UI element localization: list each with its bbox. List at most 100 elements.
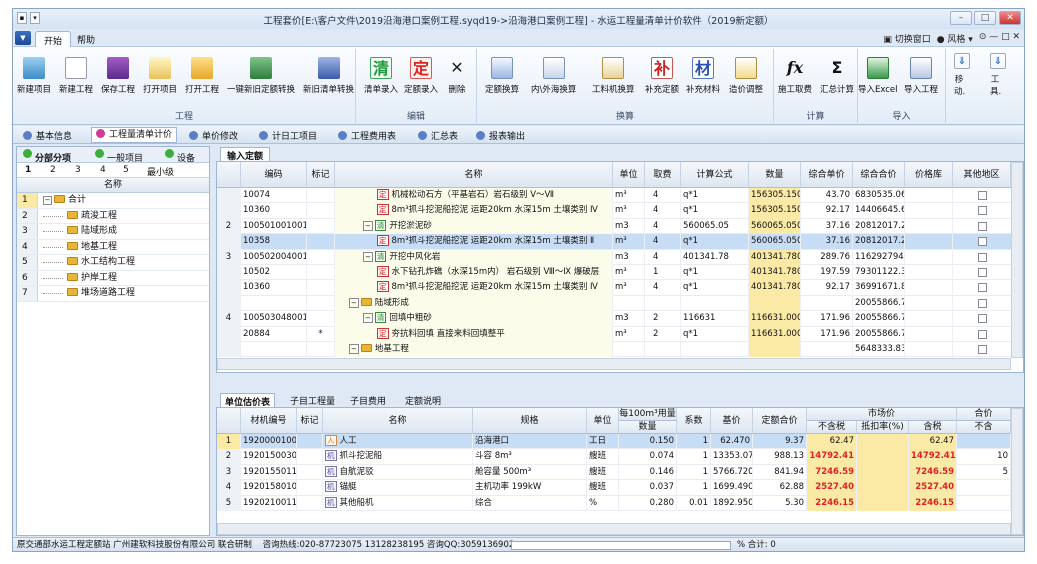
unit-cell[interactable]: m3 xyxy=(613,249,645,265)
formula-cell[interactable]: q*1 xyxy=(681,203,749,219)
tax-price-cell[interactable]: 62.47 xyxy=(909,434,957,450)
column-header[interactable]: 规格 xyxy=(473,408,587,434)
spec-cell[interactable]: 沿海港口 xyxy=(473,434,587,450)
mark-cell[interactable] xyxy=(307,203,335,219)
column-subheader[interactable]: 不含税 xyxy=(807,421,857,434)
mark-cell[interactable] xyxy=(307,280,335,296)
column-subheader[interactable]: 不含 xyxy=(957,421,1011,434)
fee-cell[interactable]: 4 xyxy=(645,234,681,250)
nav-basic-info[interactable]: 基本信息 xyxy=(23,129,72,142)
spec-cell[interactable]: 斗容 8m³ xyxy=(473,449,587,465)
column-header[interactable]: 价格库 xyxy=(905,162,953,188)
formula-cell[interactable]: 401341.78 xyxy=(681,249,749,265)
column-header[interactable]: 标记 xyxy=(307,162,335,188)
mark-cell[interactable] xyxy=(307,188,335,204)
material-code-cell[interactable]: 1920155011100 xyxy=(241,464,297,481)
unit-cell[interactable]: m³ xyxy=(613,326,645,342)
column-header[interactable]: 材机编号 xyxy=(241,408,297,434)
bill-entry-button[interactable]: 清清单录入 xyxy=(364,57,398,95)
code-cell[interactable]: 10358 xyxy=(241,234,307,250)
unit-cell[interactable]: m3 xyxy=(613,218,645,235)
quantity-cell[interactable] xyxy=(749,342,801,358)
unit-cell[interactable]: m³ xyxy=(613,188,645,204)
mark-cell[interactable]: * xyxy=(307,326,335,342)
fee-button[interactable]: fx 施工取费 xyxy=(778,57,812,95)
unit-cell[interactable]: 艘班 xyxy=(587,449,619,465)
maximize-button[interactable]: □ xyxy=(974,11,996,25)
collapse-icon[interactable]: − xyxy=(363,220,373,231)
quantity-cell[interactable]: 401341.780 xyxy=(749,249,801,265)
import-excel-button[interactable]: 导入Excel xyxy=(858,57,898,95)
name-cell[interactable]: 定 8m³抓斗挖泥船挖泥 运距20km 水深15m 土壤类别 Ⅱ xyxy=(335,234,613,250)
help-icon[interactable]: ⊙ — □ ✕ xyxy=(979,32,1020,45)
tab-start[interactable]: 开始 xyxy=(35,31,72,47)
unit-cell[interactable]: m³ xyxy=(613,280,645,296)
close-button[interactable]: ✕ xyxy=(999,11,1021,25)
quantity-cell[interactable]: 560065.050 xyxy=(749,234,801,250)
formula-cell[interactable]: q*1 xyxy=(681,280,749,296)
price-lib-cell[interactable] xyxy=(905,280,953,296)
spec-cell[interactable]: 舱容量 500m³ xyxy=(473,464,587,481)
new-project-file-button[interactable]: 新建工程 xyxy=(59,57,93,95)
open-project-file-button[interactable]: 打开工程 xyxy=(185,57,219,95)
market-price-cell[interactable]: 2246.15 xyxy=(807,495,857,511)
fee-cell[interactable]: 4 xyxy=(645,203,681,219)
nav-price-edit[interactable]: 单价修改 xyxy=(189,129,238,142)
column-header[interactable]: 定额合价 xyxy=(753,408,807,434)
quantity-cell[interactable]: 560065.050 xyxy=(749,218,801,235)
quantity-cell[interactable]: 0.146 xyxy=(619,464,677,481)
formula-cell[interactable]: 560065.05 xyxy=(681,218,749,235)
spec-cell[interactable]: 综合 xyxy=(473,495,587,511)
tab-item-qty[interactable]: 子目工程量 xyxy=(286,393,339,408)
name-cell[interactable]: − 地基工程 xyxy=(335,342,613,358)
switch-window-button[interactable]: ▣ 切换窗口 xyxy=(883,32,930,45)
deduct-rate-cell[interactable] xyxy=(857,480,909,496)
column-header[interactable]: 每100m³用量 xyxy=(619,408,677,421)
column-header[interactable]: 名称 xyxy=(323,408,473,434)
mark-cell[interactable] xyxy=(307,249,335,265)
other-region-checkbox[interactable] xyxy=(978,268,987,277)
code-cell[interactable]: 100503048001 xyxy=(241,311,307,327)
price-lib-cell[interactable] xyxy=(905,234,953,250)
horizontal-scrollbar[interactable] xyxy=(217,358,1011,370)
name-cell[interactable]: 人人工 xyxy=(323,434,473,450)
unit-cell[interactable] xyxy=(613,295,645,312)
other-region-checkbox[interactable] xyxy=(978,345,987,354)
unit-cell[interactable]: m3 xyxy=(613,311,645,327)
quota-convert-button[interactable]: 定额换算 xyxy=(485,57,519,95)
move-button[interactable]: ⇓ 移动. xyxy=(954,53,970,97)
quantity-cell[interactable]: 0.074 xyxy=(619,449,677,465)
unit-cell[interactable]: m³ xyxy=(613,234,645,250)
tree-row[interactable]: 2 疏浚工程 xyxy=(17,208,209,224)
save-project-button[interactable]: 保存工程 xyxy=(101,57,135,95)
price-lib-cell[interactable] xyxy=(905,188,953,204)
level-2[interactable]: 2 xyxy=(50,165,56,175)
formula-cell[interactable] xyxy=(681,295,749,312)
nav-summary[interactable]: 汇总表 xyxy=(418,129,458,142)
fee-cell[interactable]: 4 xyxy=(645,249,681,265)
deduct-rate-cell[interactable] xyxy=(857,434,909,450)
name-cell[interactable]: 定 8m³抓斗挖泥船挖泥 运距20km 水深15m 土壤类别 Ⅳ xyxy=(335,203,613,219)
minimize-button[interactable]: – xyxy=(950,11,972,25)
quantity-cell[interactable]: 156305.150 xyxy=(749,203,801,219)
tab-quota-desc[interactable]: 定额说明 xyxy=(401,393,445,408)
horizontal-scrollbar[interactable] xyxy=(217,523,1011,535)
price-lib-cell[interactable] xyxy=(905,203,953,219)
market-price-cell[interactable]: 7246.59 xyxy=(807,464,857,481)
code-cell[interactable]: 10074 xyxy=(241,188,307,204)
collapse-icon[interactable]: − xyxy=(363,251,373,262)
supplement-quota-button[interactable]: 补补充定额 xyxy=(645,57,679,95)
name-cell[interactable]: − 清开挖中风化岩 xyxy=(335,249,613,265)
column-header[interactable]: 市场价 xyxy=(807,408,957,421)
unit-cell[interactable]: % xyxy=(587,495,619,511)
collapse-icon[interactable]: − xyxy=(363,313,373,324)
coef-cell[interactable]: 1 xyxy=(677,480,711,496)
tab-help[interactable]: 帮助 xyxy=(69,31,103,47)
name-cell[interactable]: − 清开挖淤泥砂 xyxy=(335,218,613,235)
quantity-cell[interactable]: 0.150 xyxy=(619,434,677,450)
quantity-cell[interactable]: 401341.780 xyxy=(749,265,801,281)
code-cell[interactable]: 100502004001 xyxy=(241,249,307,265)
column-header[interactable]: 综合合价 xyxy=(853,162,905,188)
material-code-cell[interactable]: 1920210011400 xyxy=(241,495,297,511)
other-region-checkbox[interactable] xyxy=(978,329,987,339)
